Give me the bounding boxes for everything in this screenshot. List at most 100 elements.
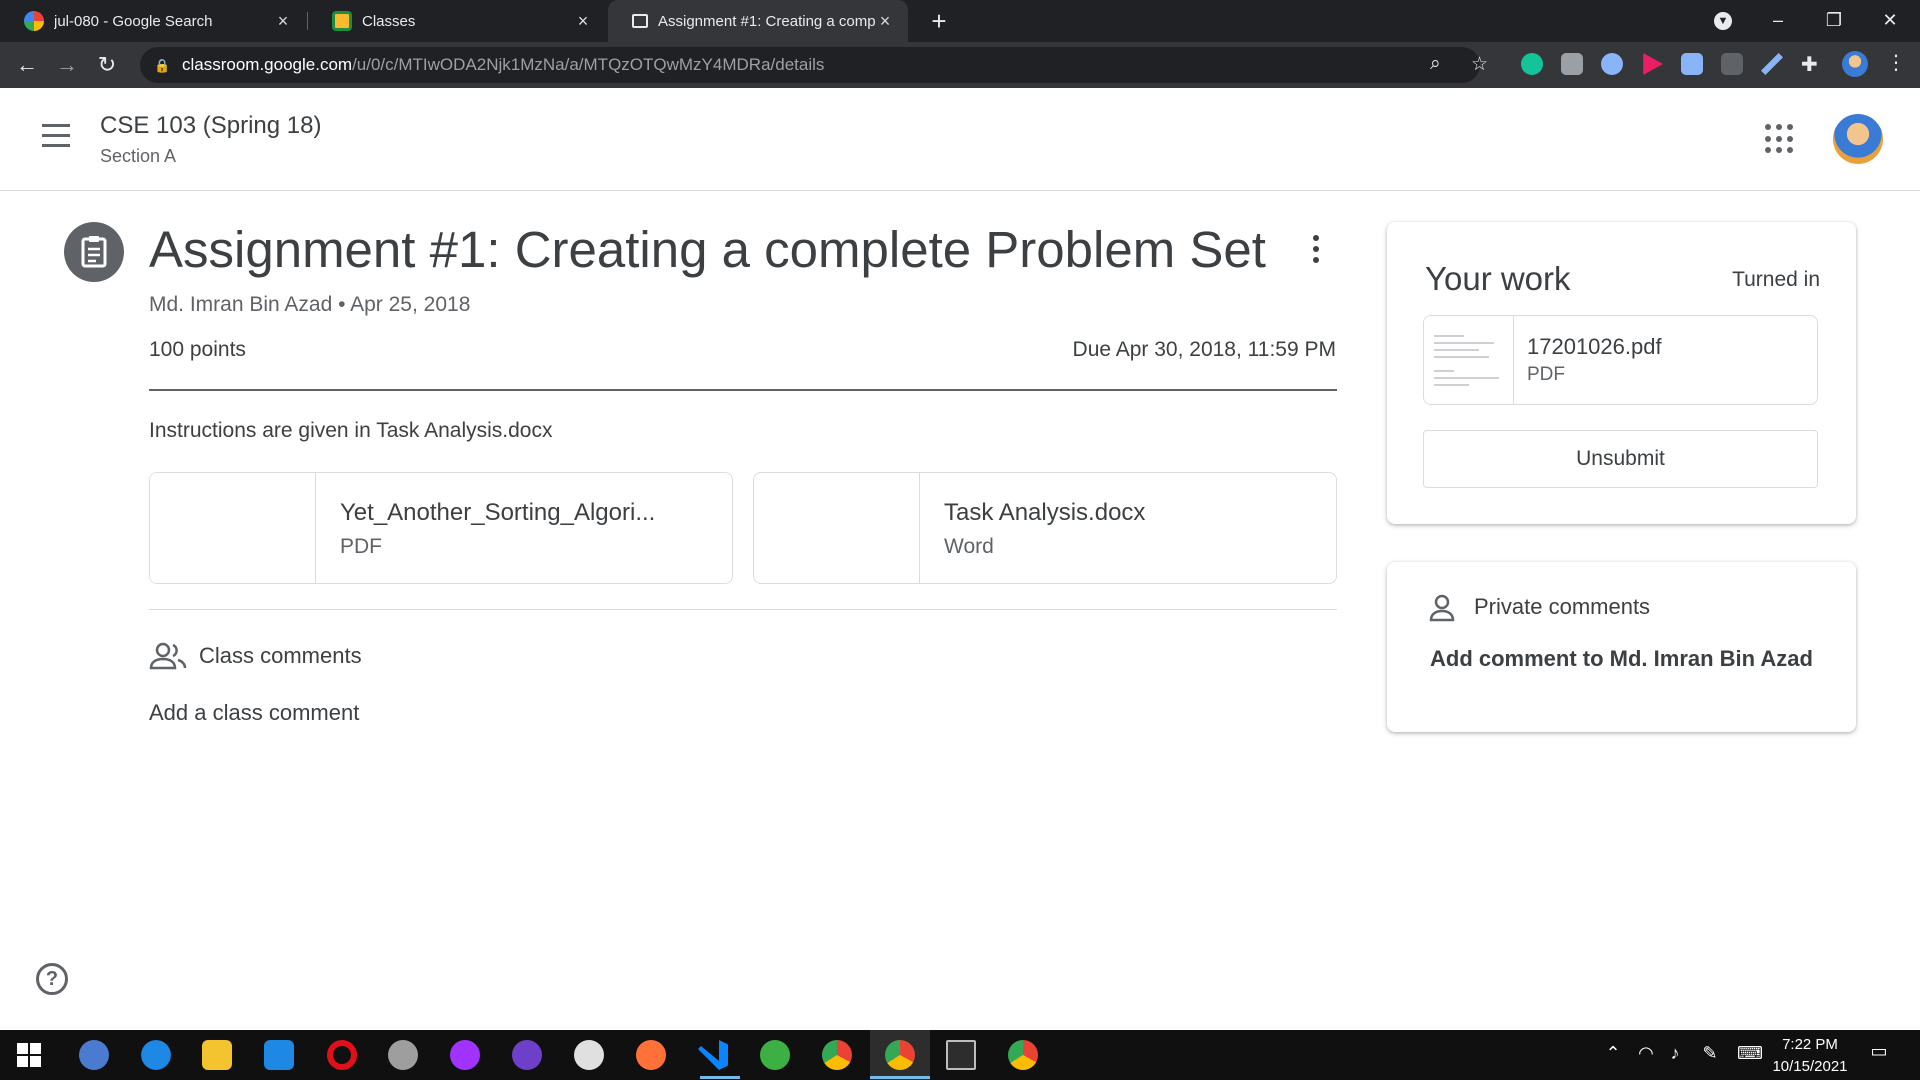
chrome-icon[interactable] [885,1040,915,1070]
file-thumbnail [1424,316,1514,404]
browser-tab-strip: jul-080 - Google Search × Classes × Assi… [0,0,1920,42]
class-comments-label: Class comments [199,643,362,668]
restore-button[interactable]: ❐ [1806,0,1862,42]
chevron-up-icon[interactable]: ⌃ [1600,1043,1626,1064]
classroom-header: CSE 103 (Spring 18) Section A [0,88,1920,191]
tab-label: jul-080 - Google Search [54,12,213,30]
attachment-name: Yet_Another_Sorting_Algori... [340,499,656,526]
browser-toolbar: ← → ↻ 🔒 classroom.google.com/u/0/c/MTIwO… [0,42,1920,88]
add-private-comment-link[interactable]: Add comment to Md. Imran Bin Azad [1417,640,1826,677]
private-comments-label: Private comments [1474,594,1651,619]
help-icon[interactable]: ? [36,963,68,995]
windows-start-icon[interactable] [16,1042,42,1068]
more-options-icon[interactable] [1304,235,1328,269]
browser-tab-classes[interactable]: Classes × [308,0,606,42]
assignment-points: 100 points [149,338,246,361]
tab-search-button[interactable]: ▼ [1695,0,1751,42]
download-extension-icon[interactable] [1681,53,1703,75]
close-icon[interactable]: × [574,11,592,32]
chrome-icon[interactable] [822,1040,852,1070]
close-icon[interactable]: × [274,11,292,32]
add-class-comment-link[interactable]: Add a class comment [149,700,359,726]
grammarly-extension-icon[interactable] [1521,53,1543,75]
attachment-thumbnail [754,473,920,583]
terminal-icon[interactable] [946,1040,976,1070]
url-host: classroom.google.com [182,55,353,74]
url-path: /u/0/c/MTIwODA2Njk1MzNa/a/MTQzOTQwMzY4MD… [352,55,825,74]
google-apps-icon[interactable] [1765,124,1795,154]
attachment-type: PDF [340,535,382,558]
unsubmit-button[interactable]: Unsubmit [1423,430,1818,488]
people-icon [149,642,187,670]
messenger-icon[interactable] [450,1040,480,1070]
satellite-app-icon[interactable] [388,1040,418,1070]
running-indicator [700,1076,740,1079]
assignment-page-icon [632,14,648,28]
assignment-meta: Md. Imran Bin Azad • Apr 25, 2018 [149,293,471,316]
opera-icon[interactable] [327,1040,357,1070]
app-icon[interactable] [574,1040,604,1070]
github-icon[interactable] [512,1040,542,1070]
new-tab-button[interactable]: + [922,4,956,38]
google-logo-icon [24,11,44,31]
attachment-type: Word [944,535,994,558]
assignment-instructions: Instructions are given in Task Analysis.… [149,419,553,442]
chrome-menu-icon[interactable]: ⋮ [1886,50,1906,75]
taskbar-clock[interactable]: 7:22 PM 10/15/2021 [1762,1034,1858,1078]
minimize-button[interactable]: – [1750,0,1806,42]
private-comments-card: Private comments Add comment to Md. Imra… [1387,562,1856,732]
class-title[interactable]: CSE 103 (Spring 18) [100,112,321,140]
firefox-icon[interactable] [636,1040,666,1070]
classroom-icon [332,11,352,31]
browser-tab-google-search[interactable]: jul-080 - Google Search × [0,0,306,42]
reload-button[interactable]: ↻ [92,50,122,80]
close-icon[interactable]: × [876,11,894,32]
profile-avatar[interactable] [1842,51,1868,77]
bookmark-star-icon[interactable]: ☆ [1471,53,1488,76]
tab-label: Classes [362,12,416,30]
forward-button[interactable]: → [52,50,82,80]
attachment-card-word[interactable]: Task Analysis.docx Word [753,472,1337,584]
your-work-title: Your work [1425,260,1571,297]
your-work-card: Your work Turned in 17201026.pdf PDF Uns… [1387,222,1856,524]
assignment-icon [64,222,124,282]
camera-extension-icon[interactable] [1561,53,1583,75]
attachment-thumbnail [150,473,316,583]
assignment-due-date: Due Apr 30, 2018, 11:59 PM [1072,338,1336,361]
class-section: Section A [100,146,177,166]
extension-icon[interactable] [1601,53,1623,75]
tab-label: Assignment #1: Creating a comp [658,12,876,30]
qbittorrent-icon[interactable] [79,1040,109,1070]
notifications-icon[interactable]: ▭ [1866,1041,1892,1062]
divider [149,609,1337,610]
pen-icon[interactable]: ✎ [1697,1043,1723,1064]
assignment-title: Assignment #1: Creating a complete Probl… [149,221,1266,278]
file-name: 17201026.pdf [1527,334,1662,359]
attachment-card-pdf[interactable]: Yet_Another_Sorting_Algori... PDF [149,472,733,584]
divider [149,389,1337,391]
attachment-name: Task Analysis.docx [944,499,1146,526]
volume-icon[interactable]: ♪ [1662,1043,1688,1064]
zoom-icon[interactable]: ⌕ [1430,53,1441,75]
keyboard-icon[interactable]: ⌨ [1735,1043,1765,1064]
extension-icon[interactable] [1721,53,1743,75]
puzzle-extensions-icon[interactable]: ✚ [1801,52,1818,77]
status-badge: Turned in [1732,268,1820,291]
back-button[interactable]: ← [12,50,42,80]
window-close-button[interactable]: ✕ [1862,0,1918,42]
mail-icon[interactable] [264,1040,294,1070]
submitted-file-card[interactable]: 17201026.pdf PDF [1423,315,1818,405]
file-type: PDF [1527,364,1565,385]
address-bar[interactable]: 🔒 classroom.google.com/u/0/c/MTIwODA2Njk… [140,47,1488,83]
browser-tab-assignment[interactable]: Assignment #1: Creating a comp × [608,0,908,42]
avatar[interactable] [1833,114,1883,164]
edge-icon[interactable] [141,1040,171,1070]
app-icon[interactable] [760,1040,790,1070]
wifi-icon[interactable]: ◠ [1633,1043,1659,1064]
file-explorer-icon[interactable] [202,1040,232,1070]
clock-time: 7:22 PM [1782,1036,1838,1053]
main-menu-button[interactable] [38,124,74,152]
chrome-icon[interactable] [1008,1040,1038,1070]
running-indicator [870,1076,930,1079]
chevron-down-icon: ▼ [1714,12,1732,31]
